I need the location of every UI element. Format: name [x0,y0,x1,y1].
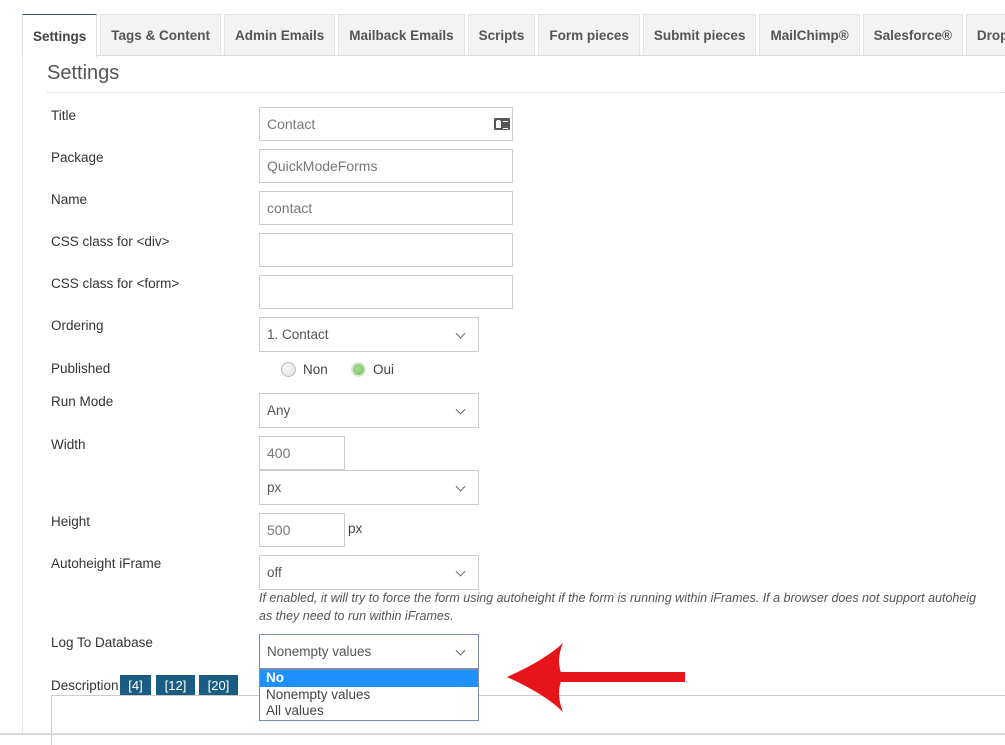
size-20-button[interactable]: [20] [199,675,238,695]
tab-mailback-emails[interactable]: Mailback Emails [338,14,465,55]
autoheight-help-text: If enabled, it will try to force the for… [259,589,1005,625]
published-radio-oui[interactable]: Oui [351,362,394,377]
tab-form-pieces[interactable]: Form pieces [538,14,640,55]
width-value: 400 [267,445,291,461]
chevron-down-icon [455,566,466,577]
log-db-label: Log To Database [51,635,153,650]
height-unit-label: px [348,521,363,536]
ordering-value: 1. Contact [267,327,329,342]
run-mode-label: Run Mode [51,394,114,409]
tab-mailchimp[interactable]: MailChimp® [759,14,860,55]
height-input[interactable]: 500 [259,513,345,547]
package-value: QuickModeForms [267,158,378,174]
section-title: Settings [47,62,120,84]
width-input[interactable]: 400 [259,436,345,470]
name-value: contact [267,200,313,216]
option-no[interactable]: No [260,670,478,687]
log-to-database-dropdown: No Nonempty values All values [259,669,479,721]
radio-label-non: Non [303,362,328,377]
chevron-down-icon [455,481,466,492]
tab-admin-emails[interactable]: Admin Emails [224,14,336,55]
tab-submit-pieces[interactable]: Submit pieces [642,14,757,55]
css-div-input[interactable] [259,233,513,267]
arrow-shaft [557,672,685,682]
option-nonempty-values[interactable]: Nonempty values [260,687,478,704]
autoheight-value: off [267,565,282,580]
width-label: Width [51,437,86,452]
title-label: Title [51,108,77,123]
autoheight-select[interactable]: off [259,555,479,590]
size-12-button[interactable]: [12] [156,675,195,695]
autoheight-label: Autoheight iFrame [51,556,162,571]
tab-tags-content[interactable]: Tags & Content [100,14,222,55]
radio-unchecked-icon[interactable] [281,362,296,377]
run-mode-select[interactable]: Any [259,393,479,428]
radio-checked-icon[interactable] [351,362,366,377]
tab-dropbox[interactable]: Dropbox® [965,14,1005,55]
description-label: Description [51,678,119,693]
ordering-label: Ordering [51,318,104,333]
panel-border [22,56,23,735]
width-unit-value: px [267,480,282,495]
id-card-icon[interactable] [494,118,510,130]
chevron-down-icon [455,404,466,415]
published-radio-non[interactable]: Non [281,362,328,377]
css-form-label: CSS class for <form> [51,276,180,291]
height-value: 500 [267,522,291,538]
css-form-input[interactable] [259,275,513,309]
ordering-select[interactable]: 1. Contact [259,317,479,352]
option-all-values[interactable]: All values [260,703,478,720]
log-db-select[interactable]: Nonempty values [259,634,479,669]
chevron-down-icon [455,328,466,339]
arrow-head [507,643,563,712]
published-label: Published [51,361,111,376]
chevron-down-icon [455,645,466,656]
package-input[interactable]: QuickModeForms [259,149,513,183]
red-arrow-annotation [507,643,685,712]
package-label: Package [51,150,104,165]
help-line-2: as they need to run within iFrames. [259,609,454,623]
width-unit-select[interactable]: px [259,470,479,505]
section-divider [47,92,1005,93]
tab-settings[interactable]: Settings [22,14,98,57]
log-db-value: Nonempty values [267,644,372,659]
title-value: Contact [267,116,316,132]
name-label: Name [51,192,88,207]
name-input[interactable]: contact [259,191,513,225]
help-line-1: If enabled, it will try to force the for… [259,591,977,605]
radio-label-oui: Oui [373,362,395,377]
css-div-label: CSS class for <div> [51,234,170,249]
tab-salesforce[interactable]: Salesforce® [862,14,963,55]
tab-bar: Settings Tags & Content Admin Emails Mai… [22,14,1005,57]
size-4-button[interactable]: [4] [120,675,151,695]
height-label: Height [51,514,91,529]
title-input[interactable]: Contact [259,107,513,141]
run-mode-value: Any [267,403,291,418]
tab-scripts[interactable]: Scripts [467,14,536,55]
